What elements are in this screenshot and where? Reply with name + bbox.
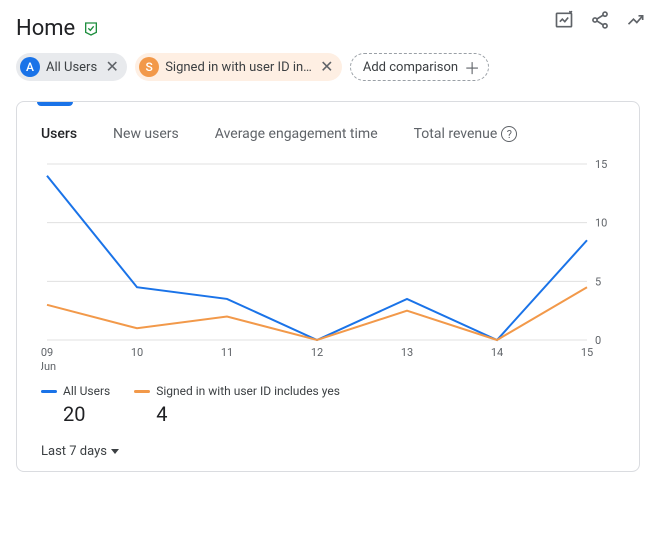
chip-signed-in[interactable]: S Signed in with user ID in… ✕ <box>135 53 342 81</box>
date-range-selector[interactable]: Last 7 days <box>17 426 639 459</box>
chip-all-users[interactable]: A All Users ✕ <box>16 53 127 81</box>
svg-text:0: 0 <box>595 334 601 347</box>
svg-text:14: 14 <box>491 346 503 359</box>
svg-text:13: 13 <box>401 346 413 359</box>
page-title: Home <box>16 16 75 41</box>
legend-s-value: 4 <box>134 402 340 426</box>
caret-down-icon <box>111 449 119 454</box>
chip-close-s-icon[interactable]: ✕ <box>318 58 336 76</box>
tab-total-revenue-label: Total revenue <box>414 126 498 142</box>
svg-text:10: 10 <box>131 346 143 359</box>
analytics-card: Users New users Average engagement time … <box>16 101 640 472</box>
swatch-blue <box>41 390 57 393</box>
add-comparison-label: Add comparison <box>363 60 458 75</box>
legend-signed-in: Signed in with user ID includes yes 4 <box>134 384 340 426</box>
swatch-orange <box>134 390 150 393</box>
svg-text:09: 09 <box>41 346 53 359</box>
plus-icon: ＋ <box>464 55 480 79</box>
svg-text:5: 5 <box>595 275 601 288</box>
line-chart: 0 5 10 15 09 10 11 12 13 14 15 Jun <box>41 154 617 374</box>
tab-avg-engagement[interactable]: Average engagement time <box>215 126 378 142</box>
svg-text:11: 11 <box>221 346 233 359</box>
add-comparison-chip[interactable]: Add comparison ＋ <box>350 53 489 81</box>
legend-s-label: Signed in with user ID includes yes <box>156 384 340 398</box>
legend-a-label: All Users <box>63 384 110 398</box>
chip-label-a: All Users <box>46 60 97 75</box>
svg-text:15: 15 <box>581 346 593 359</box>
legend-a-value: 20 <box>41 402 110 426</box>
help-icon[interactable]: ? <box>501 126 517 142</box>
chip-avatar-a: A <box>20 57 40 77</box>
share-icon[interactable] <box>590 10 610 30</box>
verified-shield-icon <box>83 21 99 37</box>
svg-text:12: 12 <box>311 346 323 359</box>
date-range-label: Last 7 days <box>41 444 107 459</box>
svg-text:15: 15 <box>595 158 607 171</box>
chip-label-s: Signed in with user ID in… <box>165 60 312 75</box>
insights-icon[interactable] <box>554 10 574 30</box>
tab-total-revenue[interactable]: Total revenue ? <box>414 126 518 142</box>
chip-close-a-icon[interactable]: ✕ <box>103 58 121 76</box>
trend-icon[interactable] <box>626 10 646 30</box>
tab-users[interactable]: Users <box>41 126 77 142</box>
svg-text:10: 10 <box>595 217 607 230</box>
svg-text:Jun: Jun <box>41 360 56 373</box>
legend-all-users: All Users 20 <box>41 384 110 426</box>
tab-new-users[interactable]: New users <box>113 126 179 142</box>
chip-avatar-s: S <box>139 57 159 77</box>
